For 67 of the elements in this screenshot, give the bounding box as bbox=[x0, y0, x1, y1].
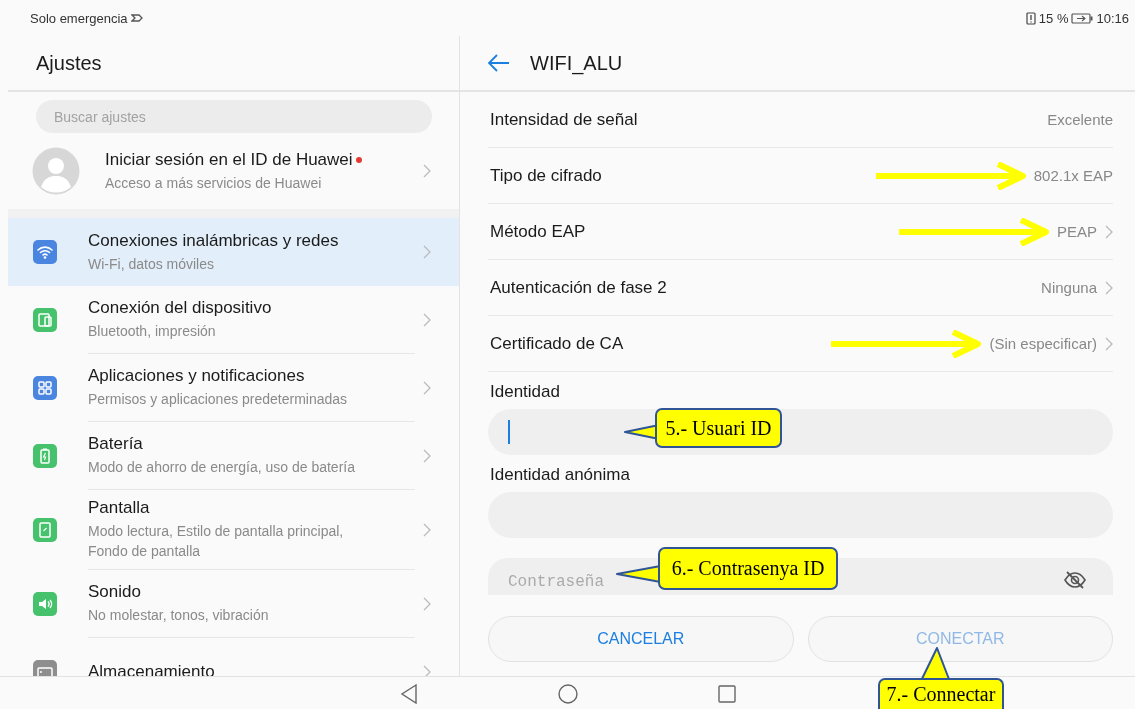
arrow-icon bbox=[898, 217, 1051, 246]
battery-percent: 15 % bbox=[1038, 10, 1069, 26]
item-title: Batería bbox=[88, 434, 144, 454]
network-title: WIFI_ALU bbox=[530, 51, 623, 75]
row-label: Autenticación de fase 2 bbox=[490, 277, 668, 298]
settings-item[interactable]: Sonido No molestar, tonos, vibración bbox=[8, 570, 459, 638]
chevron-icon bbox=[423, 597, 431, 611]
battery-charging-icon bbox=[1071, 12, 1094, 24]
notification-dot bbox=[355, 157, 362, 163]
item-title: Aplicaciones y notificaciones bbox=[88, 366, 306, 386]
settings-item[interactable]: Batería Modo de ahorro de energía, uso de batería bbox=[8, 422, 459, 490]
row-value: 802.1x EAP bbox=[1033, 167, 1113, 184]
back-nav-icon[interactable] bbox=[399, 683, 418, 704]
row-value: Excelente bbox=[1047, 111, 1113, 128]
row-value: Ninguna bbox=[1041, 279, 1097, 296]
eye-off-icon[interactable] bbox=[1063, 570, 1087, 590]
row-value: PEAP bbox=[1056, 223, 1097, 240]
item-subtitle: Permisos y aplicaciones predeterminadas bbox=[88, 390, 349, 409]
arrow-icon bbox=[831, 329, 984, 358]
row-label: Tipo de cifrado bbox=[490, 165, 603, 186]
search-field[interactable]: Buscar ajustes bbox=[36, 100, 432, 133]
item-title: Conexión del dispositivo bbox=[88, 298, 273, 318]
account-title[interactable]: Iniciar sesión en el ID de Huawei bbox=[105, 149, 415, 170]
chevron-icon bbox=[1105, 224, 1113, 239]
chevron-icon bbox=[423, 164, 431, 178]
chevron-icon bbox=[423, 381, 431, 395]
field-label: Identidad anónima bbox=[490, 465, 631, 485]
chevron-icon bbox=[423, 245, 431, 259]
settings-item[interactable]: Pantalla Modo lectura, Estilo de pantalla principal, Fondo de pantalla bbox=[8, 490, 459, 570]
row-label: Certificado de CA bbox=[490, 333, 625, 354]
item-subtitle: Bluetooth, impresión bbox=[88, 322, 217, 341]
row-label: Intensidad de señal bbox=[490, 109, 639, 130]
recents-nav-icon[interactable] bbox=[717, 684, 736, 703]
network-status-text: Solo emergencia bbox=[30, 10, 128, 26]
chevron-icon bbox=[423, 449, 431, 463]
info-row[interactable]: Método EAP PEAP bbox=[488, 204, 1113, 260]
clock-time: 10:16 bbox=[1096, 10, 1129, 26]
chevron-icon bbox=[423, 523, 431, 537]
info-row[interactable]: Certificado de CA (Sin especificar) bbox=[488, 316, 1113, 372]
chevron-icon bbox=[423, 313, 431, 327]
signal-icon bbox=[130, 13, 143, 23]
item-title: Conexiones inalámbricas y redes bbox=[88, 230, 340, 251]
info-row[interactable]: Autenticación de fase 2 Ninguna bbox=[488, 260, 1113, 316]
avatar-icon bbox=[32, 147, 80, 195]
settings-item[interactable]: Aplicaciones y notificaciones Permisos y aplicaciones predeterminadas bbox=[8, 354, 459, 422]
row-label: Método EAP bbox=[490, 221, 587, 242]
settings-item[interactable]: Conexión del dispositivo Bluetooth, impresión bbox=[8, 286, 459, 354]
item-subtitle: No molestar, tonos, vibración bbox=[88, 606, 270, 625]
callout-label: 5.- Usuari ID bbox=[655, 408, 782, 448]
item-subtitle: Wi-Fi, datos móviles bbox=[88, 254, 216, 274]
settings-title: Ajustes bbox=[8, 36, 459, 92]
item-title: Pantalla bbox=[88, 498, 151, 518]
back-icon[interactable] bbox=[488, 54, 510, 72]
home-nav-icon[interactable] bbox=[557, 683, 578, 704]
item-title: Sonido bbox=[88, 582, 142, 602]
chevron-icon bbox=[1105, 280, 1113, 295]
field-label: Identidad bbox=[490, 382, 561, 402]
phone-alert-icon bbox=[1025, 11, 1036, 25]
chevron-icon bbox=[1105, 336, 1113, 351]
account-subtitle: Acceso a más servicios de Huawei bbox=[105, 173, 323, 193]
callout-label: 6.- Contrasenya ID bbox=[658, 547, 838, 590]
item-subtitle: Modo lectura, Estilo de pantalla principal, Fondo de pantalla bbox=[88, 522, 345, 561]
action-button[interactable]: CANCELAR bbox=[488, 616, 794, 662]
item-subtitle: Modo de ahorro de energía, uso de batería bbox=[88, 458, 356, 477]
arrow-icon bbox=[875, 161, 1028, 190]
row-value: (Sin especificar) bbox=[989, 335, 1097, 352]
settings-item[interactable]: Conexiones inalámbricas y redes Wi-Fi, datos móviles bbox=[8, 218, 459, 286]
